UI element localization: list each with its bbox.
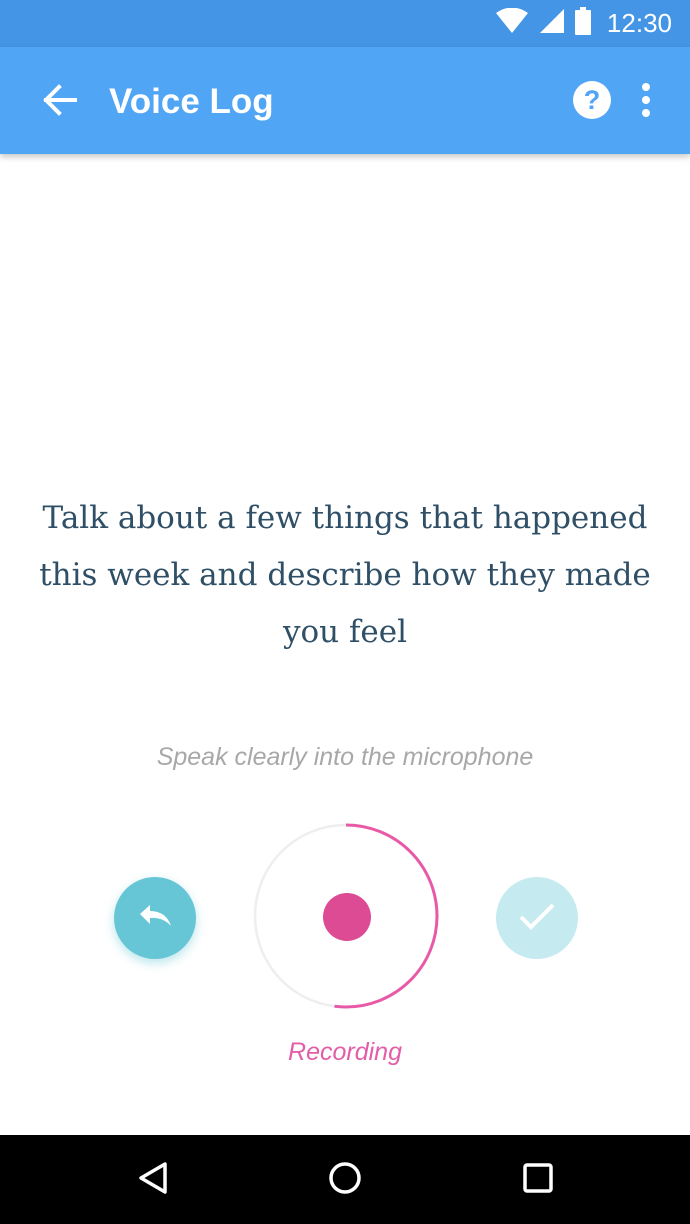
status-icons: 12:30 bbox=[495, 0, 672, 47]
done-button[interactable] bbox=[496, 877, 578, 959]
more-vertical-icon bbox=[641, 82, 651, 122]
battery-icon bbox=[574, 7, 591, 40]
nav-back-button[interactable] bbox=[128, 1155, 178, 1205]
status-time: 12:30 bbox=[606, 8, 672, 38]
undo-icon bbox=[135, 902, 175, 935]
help-circle-icon: ? bbox=[572, 80, 612, 125]
signal-icon bbox=[539, 8, 565, 39]
nav-recents-button[interactable] bbox=[513, 1155, 563, 1205]
more-options-button[interactable] bbox=[626, 78, 666, 126]
wifi-icon bbox=[495, 7, 529, 39]
system-nav-bar bbox=[0, 1135, 690, 1224]
arrow-left-icon bbox=[42, 83, 78, 121]
page-title: Voice Log bbox=[109, 82, 274, 121]
nav-recents-icon bbox=[522, 1162, 554, 1199]
voice-log-screen: 12:30 Voice Log ? Talk about a few thing… bbox=[0, 0, 690, 1224]
app-bar: Voice Log ? bbox=[0, 47, 690, 154]
check-icon bbox=[518, 901, 556, 936]
record-button[interactable] bbox=[323, 893, 371, 941]
hint-text: Speak clearly into the microphone bbox=[156, 743, 534, 771]
undo-button[interactable] bbox=[114, 877, 196, 959]
status-bar: 12:30 bbox=[0, 0, 690, 47]
help-button[interactable]: ? bbox=[568, 78, 616, 126]
voice-prompt: Talk about a few things that happened th… bbox=[39, 500, 651, 650]
back-button[interactable] bbox=[36, 78, 84, 126]
svg-text:?: ? bbox=[584, 85, 601, 115]
nav-back-icon bbox=[137, 1161, 169, 1200]
recording-status: Recording bbox=[288, 1038, 402, 1066]
nav-home-button[interactable] bbox=[320, 1155, 370, 1205]
nav-home-icon bbox=[328, 1161, 362, 1200]
